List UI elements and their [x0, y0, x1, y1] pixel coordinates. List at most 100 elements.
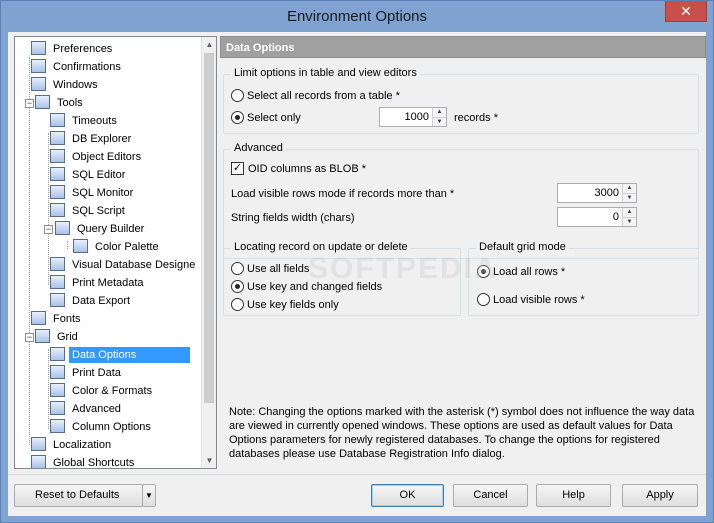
bottom-separator	[8, 474, 706, 475]
color-palette-icon	[73, 239, 88, 254]
sql-editor-icon	[50, 167, 65, 182]
apply-button[interactable]: Apply	[622, 484, 698, 507]
use-key-only-radio[interactable]: Use key fields only	[231, 297, 339, 312]
load-visible-input[interactable]	[558, 184, 622, 202]
localization-icon	[31, 437, 46, 452]
tree-item-preferences[interactable]: Preferences	[31, 41, 115, 57]
confirmations-icon	[31, 59, 46, 74]
tree-item-sql-monitor[interactable]: SQL Monitor	[50, 185, 136, 201]
preferences-icon	[31, 41, 46, 56]
dialog-client-area: Preferences Confirmations Windows − Tool…	[8, 32, 706, 516]
load-visible-label: Load visible rows mode if records more t…	[231, 188, 455, 200]
grid-icon	[35, 329, 50, 344]
tree-item-confirmations[interactable]: Confirmations	[31, 59, 124, 75]
tree-item-fonts[interactable]: Fonts	[31, 311, 84, 327]
data-export-icon	[50, 293, 65, 308]
reset-to-defaults-button[interactable]: Reset to Defaults	[14, 484, 143, 507]
spin-up-icon[interactable]: ▲	[623, 208, 636, 217]
sql-monitor-icon	[50, 185, 65, 200]
softpedia-watermark: SOFTPEDIA	[308, 252, 498, 285]
tree-item-advanced[interactable]: Advanced	[50, 401, 124, 417]
print-data-icon	[50, 365, 65, 380]
spin-down-icon[interactable]: ▼	[623, 193, 636, 202]
select-all-radio[interactable]: Select all records from a table *	[231, 88, 400, 103]
tree-item-print-data[interactable]: Print Data	[50, 365, 124, 381]
options-tree[interactable]: Preferences Confirmations Windows − Tool…	[14, 36, 217, 469]
timeouts-icon	[50, 113, 65, 128]
tree-item-visual-database-designer[interactable]: Visual Database Designe	[50, 257, 198, 273]
tree-item-db-explorer[interactable]: DB Explorer	[50, 131, 134, 147]
reset-dropdown-button[interactable]: ▼	[142, 484, 156, 507]
chevron-down-icon: ▼	[145, 491, 153, 500]
tree-item-column-options[interactable]: Column Options	[50, 419, 154, 435]
cancel-button[interactable]: Cancel	[453, 484, 528, 507]
scrollbar-thumb[interactable]	[204, 53, 214, 403]
tree-item-data-options[interactable]: Data Options	[50, 347, 190, 364]
records-limit-spinner[interactable]: ▲▼	[379, 107, 447, 127]
grid-mode-group: Default grid mode Load all rows * Load v…	[468, 241, 699, 316]
load-visible-rows-radio[interactable]: Load visible rows *	[477, 292, 585, 307]
advanced-icon	[50, 401, 65, 416]
tree-item-print-metadata[interactable]: Print Metadata	[50, 275, 147, 291]
data-options-icon	[50, 347, 65, 362]
shortcuts-icon	[31, 455, 46, 468]
environment-options-window: Environment Options ✕ Preferences Confir…	[0, 0, 714, 523]
close-button[interactable]: ✕	[665, 1, 707, 22]
tree-item-query-builder[interactable]: Query Builder	[55, 221, 147, 237]
spin-down-icon[interactable]: ▼	[623, 217, 636, 226]
query-builder-expander[interactable]: −	[44, 225, 53, 234]
tree-item-timeouts[interactable]: Timeouts	[50, 113, 120, 129]
tree-item-global-shortcuts[interactable]: Global Shortcuts	[31, 455, 137, 468]
fonts-icon	[31, 311, 46, 326]
radio-circle[interactable]	[231, 88, 244, 102]
string-width-label: String fields width (chars)	[231, 212, 355, 224]
tree-item-windows[interactable]: Windows	[31, 77, 101, 93]
object-editors-icon	[50, 149, 65, 164]
tree-item-grid[interactable]: Grid	[31, 329, 81, 345]
color-formats-icon	[50, 383, 65, 398]
query-builder-icon	[55, 221, 70, 236]
tree-item-color-palette[interactable]: Color Palette	[73, 239, 162, 255]
radio-circle[interactable]	[231, 261, 244, 275]
tree-item-tools[interactable]: Tools	[31, 95, 86, 111]
radio-circle[interactable]	[477, 292, 490, 306]
column-options-icon	[50, 419, 65, 434]
oid-blob-checkbox[interactable]: ✓ OID columns as BLOB *	[231, 161, 366, 176]
records-suffix: records *	[454, 112, 499, 124]
window-title: Environment Options	[286, 8, 428, 25]
spin-up-icon[interactable]: ▲	[433, 108, 446, 117]
spin-up-icon[interactable]: ▲	[623, 184, 636, 193]
tree-scrollbar[interactable]: ▲ ▼	[201, 37, 216, 468]
tree-item-sql-script[interactable]: SQL Script	[50, 203, 128, 219]
tree-item-color-formats[interactable]: Color & Formats	[50, 383, 155, 399]
use-all-fields-radio[interactable]: Use all fields	[231, 261, 309, 276]
tree-item-object-editors[interactable]: Object Editors	[50, 149, 144, 165]
limit-options-group: Limit options in table and view editors …	[223, 67, 699, 134]
tree-item-sql-editor[interactable]: SQL Editor	[50, 167, 128, 183]
string-width-input[interactable]	[558, 208, 622, 226]
records-limit-input[interactable]	[380, 108, 432, 126]
help-button[interactable]: Help	[536, 484, 611, 507]
visual-designer-icon	[50, 257, 65, 272]
tools-icon	[35, 95, 50, 110]
windows-icon	[31, 77, 46, 92]
checkmark-icon[interactable]: ✓	[231, 161, 244, 175]
select-only-radio[interactable]: Select only	[231, 110, 301, 125]
advanced-title: Advanced	[231, 142, 286, 154]
spin-down-icon[interactable]: ▼	[433, 117, 446, 126]
radio-circle[interactable]	[231, 297, 244, 311]
tree-item-data-export[interactable]: Data Export	[50, 293, 133, 309]
scroll-down-icon[interactable]: ▼	[202, 453, 216, 468]
ok-button[interactable]: OK	[371, 484, 444, 507]
radio-circle[interactable]	[231, 279, 244, 293]
tree-item-localization[interactable]: Localization	[31, 437, 114, 453]
options-note: Note: Changing the options marked with t…	[229, 406, 695, 460]
load-visible-spinner[interactable]: ▲▼	[557, 183, 637, 203]
panel-header: Data Options	[220, 36, 706, 58]
scroll-up-icon[interactable]: ▲	[202, 37, 216, 52]
string-width-spinner[interactable]: ▲▼	[557, 207, 637, 227]
limit-options-title: Limit options in table and view editors	[231, 67, 420, 79]
sql-script-icon	[50, 203, 65, 218]
printer-icon	[50, 275, 65, 290]
radio-circle[interactable]	[231, 110, 244, 124]
